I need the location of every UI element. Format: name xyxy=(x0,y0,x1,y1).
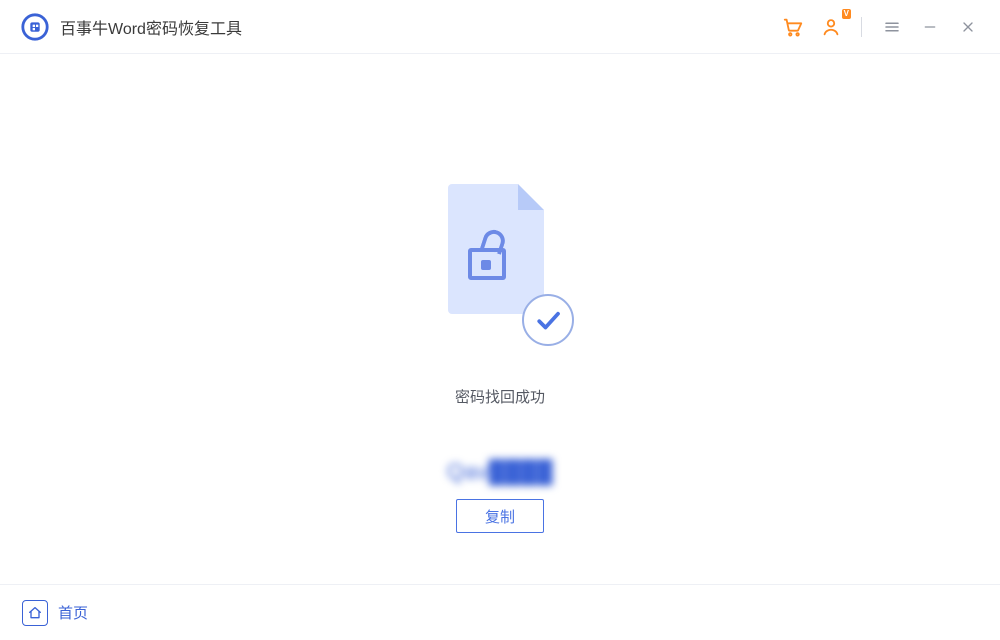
success-message: 密码找回成功 xyxy=(455,386,545,407)
user-vip-icon[interactable]: V xyxy=(815,11,847,43)
app-logo-icon xyxy=(20,12,50,42)
recovered-password: Qav████ xyxy=(447,459,553,485)
home-label: 首页 xyxy=(58,602,88,623)
app-title: 百事牛Word密码恢复工具 xyxy=(60,15,242,39)
copy-button[interactable]: 复制 xyxy=(456,499,544,533)
divider xyxy=(861,17,862,37)
title-bar: 百事牛Word密码恢复工具 V xyxy=(0,0,1000,54)
checkmark-icon xyxy=(522,294,574,346)
menu-icon[interactable] xyxy=(876,11,908,43)
cart-icon[interactable] xyxy=(777,11,809,43)
home-button[interactable]: 首页 xyxy=(22,600,88,626)
minimize-button[interactable] xyxy=(914,11,946,43)
footer-bar: 首页 xyxy=(0,584,1000,640)
close-button[interactable] xyxy=(952,11,984,43)
document-unlocked-illustration xyxy=(440,184,560,344)
unlock-icon xyxy=(468,230,512,280)
home-icon xyxy=(22,600,48,626)
main-content: 密码找回成功 Qav████ 复制 xyxy=(0,54,1000,584)
